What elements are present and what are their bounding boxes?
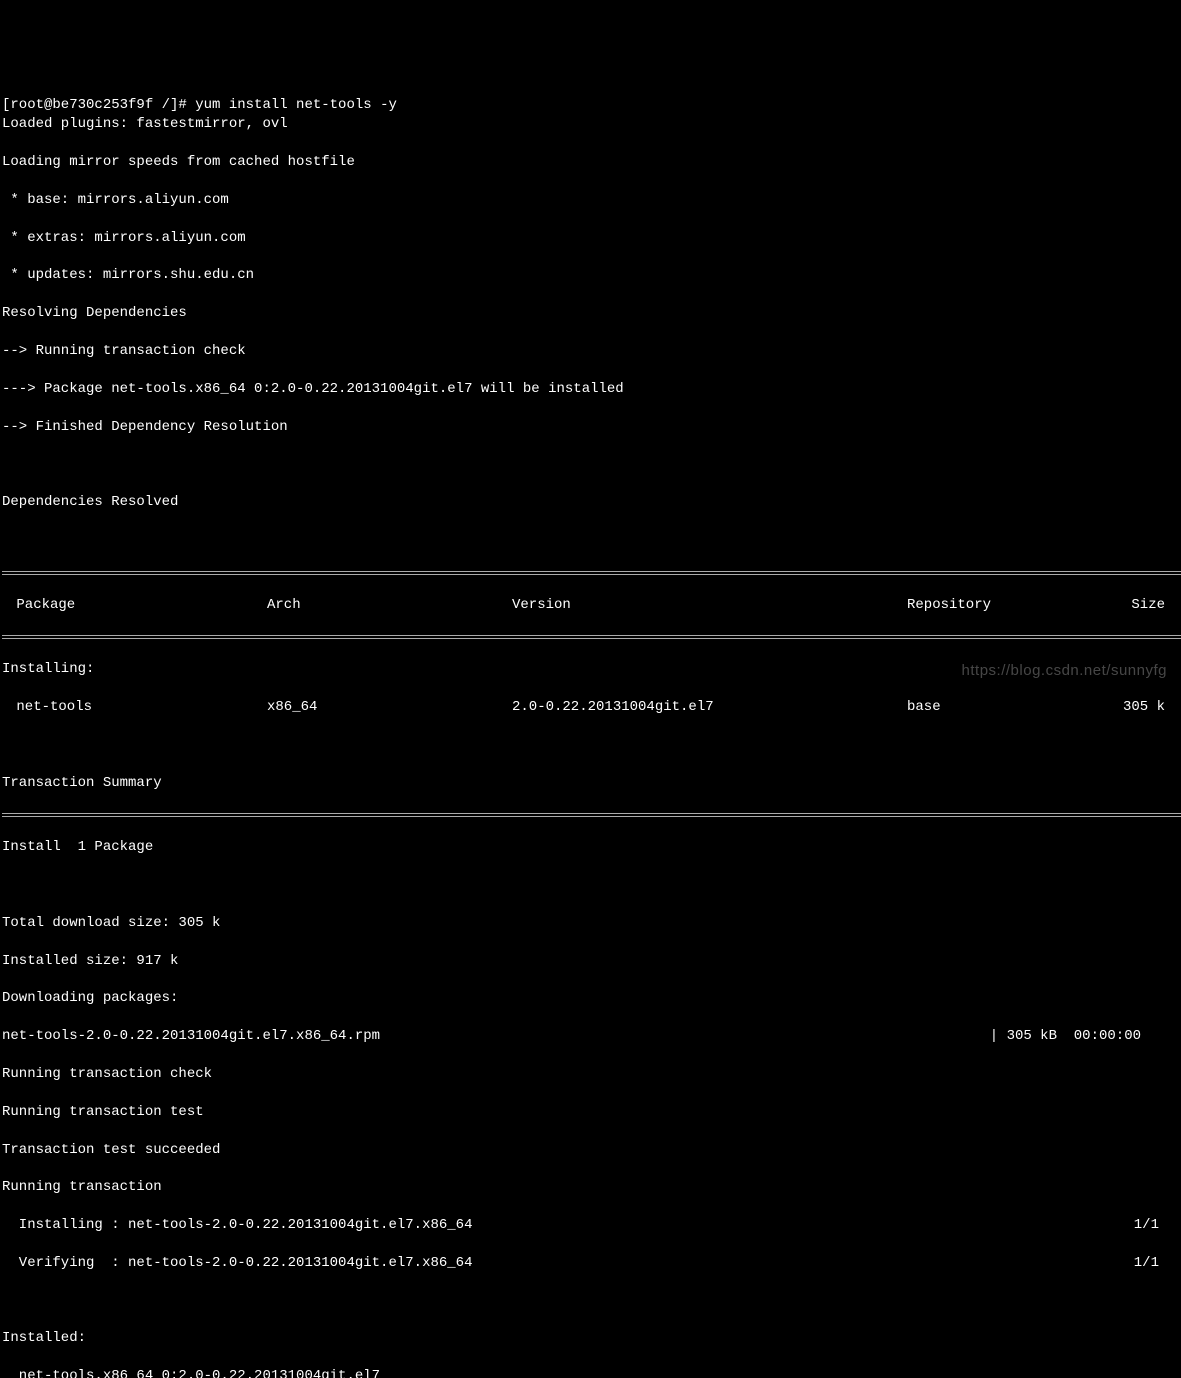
download-file: net-tools-2.0-0.22.20131004git.el7.x86_6…	[2, 1027, 990, 1046]
blank-line	[2, 455, 1181, 474]
cell-repo: base	[907, 698, 1112, 717]
command: yum install net-tools -y	[195, 97, 397, 113]
cell-arch: x86_64	[267, 698, 512, 717]
installed-label: Installed:	[2, 1329, 1181, 1348]
watermark: https://blog.csdn.net/sunnyfg	[962, 661, 1167, 681]
output-line: Running transaction test	[2, 1103, 1181, 1122]
col-package: Package	[2, 596, 267, 615]
output-line: * base: mirrors.aliyun.com	[2, 191, 1181, 210]
output-line: --> Finished Dependency Resolution	[2, 418, 1181, 437]
output-line: Total download size: 305 k	[2, 914, 1181, 933]
output-line: --> Running transaction check	[2, 342, 1181, 361]
divider	[2, 635, 1181, 639]
progress-count: 1/1	[1134, 1254, 1181, 1273]
progress-verify: Verifying : net-tools-2.0-0.22.20131004g…	[2, 1254, 1181, 1273]
table-header: Package Arch Version Repository Size	[2, 596, 1181, 615]
output-line: * updates: mirrors.shu.edu.cn	[2, 266, 1181, 285]
progress-count: 1/1	[1134, 1216, 1181, 1235]
output-line: Loaded plugins: fastestmirror, ovl	[2, 115, 1181, 134]
blank-line	[2, 1292, 1181, 1311]
cell-size: 305 k	[1112, 698, 1181, 717]
col-version: Version	[512, 596, 907, 615]
progress-text: Installing : net-tools-2.0-0.22.20131004…	[2, 1216, 1134, 1235]
divider	[2, 571, 1181, 575]
download-stat: | 305 kB 00:00:00	[990, 1027, 1181, 1046]
output-line: Running transaction check	[2, 1065, 1181, 1084]
transaction-summary: Transaction Summary	[2, 774, 1181, 793]
progress-install: Installing : net-tools-2.0-0.22.20131004…	[2, 1216, 1181, 1235]
divider	[2, 813, 1181, 817]
download-row: net-tools-2.0-0.22.20131004git.el7.x86_6…	[2, 1027, 1181, 1046]
output-line: * extras: mirrors.aliyun.com	[2, 229, 1181, 248]
blank-line	[2, 531, 1181, 550]
blank-line	[2, 736, 1181, 755]
output-line: Dependencies Resolved	[2, 493, 1181, 512]
output-line: Downloading packages:	[2, 989, 1181, 1008]
col-arch: Arch	[267, 596, 512, 615]
output-line: Loading mirror speeds from cached hostfi…	[2, 153, 1181, 172]
col-repo: Repository	[907, 596, 1112, 615]
table-row: net-tools x86_64 2.0-0.22.20131004git.el…	[2, 698, 1181, 717]
terminal-output[interactable]: [root@be730c253f9f /]# yum install net-t…	[0, 76, 1181, 1378]
col-size: Size	[1112, 596, 1181, 615]
install-count: Install 1 Package	[2, 838, 1181, 857]
prompt: [root@be730c253f9f /]#	[2, 97, 195, 113]
output-line: Resolving Dependencies	[2, 304, 1181, 323]
progress-text: Verifying : net-tools-2.0-0.22.20131004g…	[2, 1254, 1134, 1273]
output-line: Running transaction	[2, 1178, 1181, 1197]
output-line: Transaction test succeeded	[2, 1141, 1181, 1160]
output-line: ---> Package net-tools.x86_64 0:2.0-0.22…	[2, 380, 1181, 399]
blank-line	[2, 876, 1181, 895]
cell-package: net-tools	[2, 698, 267, 717]
cell-version: 2.0-0.22.20131004git.el7	[512, 698, 907, 717]
output-line: Installed size: 917 k	[2, 952, 1181, 971]
installed-item: net-tools.x86_64 0:2.0-0.22.20131004git.…	[2, 1367, 1181, 1378]
